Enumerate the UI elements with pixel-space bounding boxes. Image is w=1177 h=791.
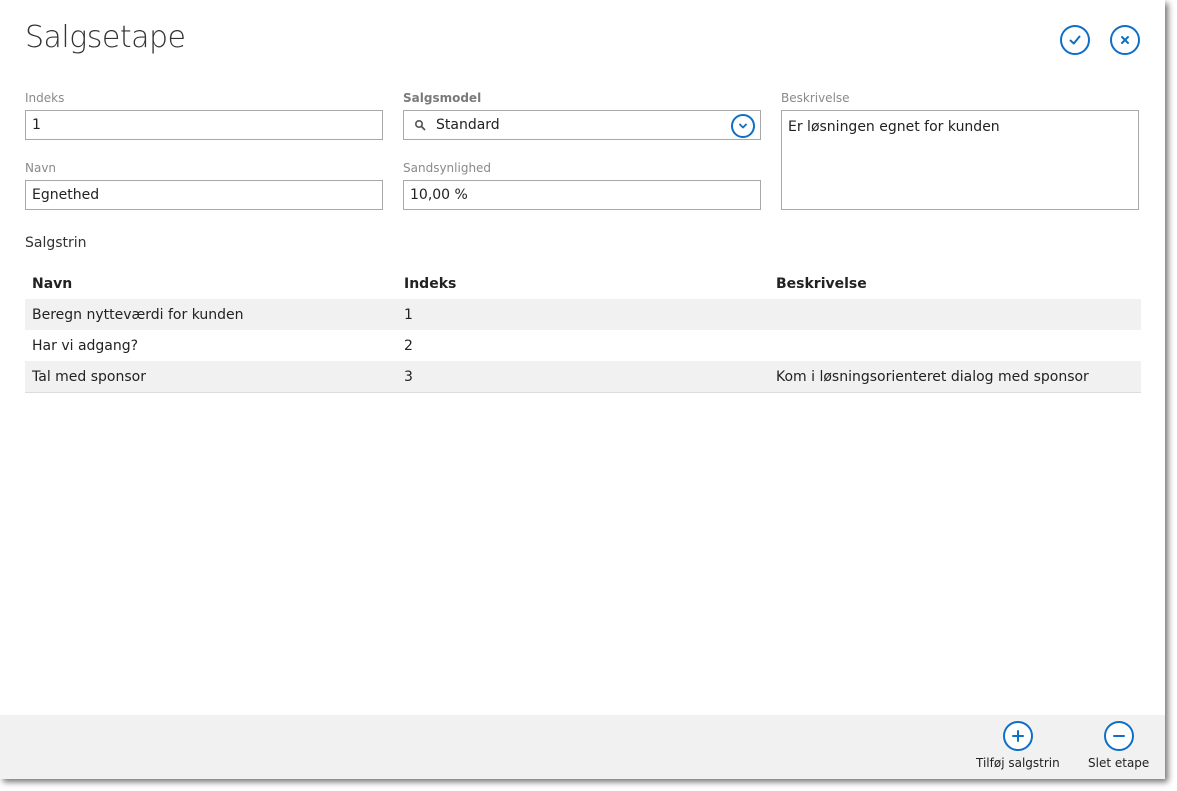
dialog-window: Salgsetape Indeks 1 Navn Egnethed Salgsm… [0, 0, 1165, 779]
plus-icon [1002, 721, 1033, 751]
cell-index: 1 [404, 306, 413, 323]
cell-name: Tal med sponsor [32, 368, 146, 385]
table-row[interactable]: Tal med sponsor 3 Kom i løsningsorienter… [25, 361, 1141, 393]
delete-stage-label: Slet etape [1088, 756, 1150, 770]
cell-index: 3 [404, 368, 413, 385]
command-bar: Tilføj salgstrin Slet etape [0, 715, 1165, 779]
index-value: 1 [32, 117, 41, 133]
column-header-name[interactable]: Navn [25, 276, 397, 292]
grid-header: Navn Indeks Beskrivelse [25, 268, 1141, 299]
table-row[interactable]: Beregn nytteværdi for kunden 1 [25, 299, 1141, 330]
dropdown-button[interactable] [731, 114, 755, 138]
cell-name: Har vi adgang? [32, 337, 139, 354]
table-row[interactable]: Har vi adgang? 2 [25, 330, 1141, 361]
steps-grid: Navn Indeks Beskrivelse Beregn nytteværd… [25, 268, 1141, 393]
index-label: Indeks [25, 91, 65, 105]
probability-label: Sandsynlighed [403, 161, 492, 175]
cell-name: Beregn nytteværdi for kunden [32, 306, 244, 323]
close-icon [1121, 36, 1129, 44]
name-value: Egnethed [32, 187, 100, 203]
description-textarea[interactable]: Er løsningen egnet for kunden [781, 110, 1139, 210]
steps-section-label: Salgstrin [25, 235, 87, 251]
chevron-down-icon [739, 123, 747, 129]
sales-model-value: Standard [436, 117, 500, 133]
add-step-button[interactable]: Tilføj salgstrin [976, 721, 1060, 770]
index-input[interactable]: 1 [25, 110, 383, 140]
cell-index: 2 [404, 337, 413, 354]
close-button[interactable] [1110, 25, 1140, 55]
search-icon [414, 119, 426, 131]
probability-value: 10,00 % [410, 187, 468, 203]
column-header-index[interactable]: Indeks [397, 276, 769, 292]
description-value: Er løsningen egnet for kunden [788, 119, 1000, 135]
column-header-description[interactable]: Beskrivelse [769, 276, 1141, 292]
sales-model-lookup[interactable]: Standard [403, 110, 761, 140]
delete-stage-button[interactable]: Slet etape [1088, 721, 1149, 770]
name-input[interactable]: Egnethed [25, 180, 383, 210]
probability-input[interactable]: 10,00 % [403, 180, 761, 210]
minus-icon [1103, 721, 1134, 751]
sales-model-label: Salgsmodel [403, 91, 482, 105]
confirm-button[interactable] [1060, 25, 1090, 55]
check-icon [1069, 35, 1081, 45]
add-step-label: Tilføj salgstrin [976, 756, 1060, 770]
cell-description: Kom i løsningsorienteret dialog med spon… [776, 368, 1089, 385]
description-label: Beskrivelse [781, 91, 850, 105]
name-label: Navn [25, 161, 57, 175]
page-title: Salgsetape [25, 20, 186, 55]
